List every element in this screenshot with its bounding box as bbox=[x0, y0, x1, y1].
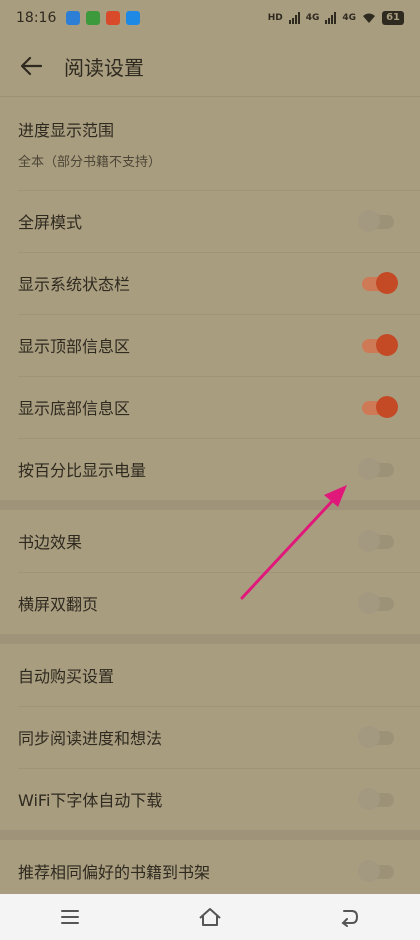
bottom-info-setting[interactable]: 显示底部信息区 bbox=[0, 376, 420, 438]
home-icon bbox=[199, 908, 221, 926]
setting-label: 显示顶部信息区 bbox=[18, 337, 131, 356]
qq-app-icon bbox=[66, 11, 81, 25]
setting-label: 自动购买设置 bbox=[18, 667, 115, 686]
battery-percent-setting[interactable]: 按百分比显示电量 bbox=[0, 438, 420, 500]
top-info-toggle[interactable] bbox=[358, 334, 398, 356]
setting-subtitle: 全本（部分书籍不支持） bbox=[18, 154, 162, 170]
network-label-1: 4G bbox=[305, 13, 320, 23]
network-label-2: 4G bbox=[342, 13, 357, 23]
setting-label: 书边效果 bbox=[18, 533, 83, 552]
back-nav-button[interactable] bbox=[330, 902, 370, 932]
back-button[interactable] bbox=[18, 53, 44, 79]
recommend-books-setting[interactable]: 推荐相同偏好的书籍到书架 bbox=[0, 840, 420, 902]
setting-label: 显示系统状态栏 bbox=[18, 275, 131, 294]
status-bar: 18:16 HD 4G 4G 61 bbox=[0, 0, 420, 36]
battery-indicator: 61 bbox=[382, 11, 404, 25]
sync-progress-toggle[interactable] bbox=[358, 726, 398, 748]
system-nav-bar bbox=[0, 894, 420, 940]
app-header: 阅读设置 bbox=[0, 36, 420, 96]
weibo-icon bbox=[106, 11, 121, 25]
setting-label: WiFi下字体自动下载 bbox=[18, 791, 163, 810]
auto-purchase-setting[interactable]: 自动购买设置 bbox=[0, 644, 420, 706]
fullscreen-setting[interactable]: 全屏模式 bbox=[0, 190, 420, 252]
system-statusbar-setting[interactable]: 显示系统状态栏 bbox=[0, 252, 420, 314]
setting-label: 推荐相同偏好的书籍到书架 bbox=[18, 863, 211, 882]
setting-label: 横屏双翻页 bbox=[18, 595, 99, 614]
return-icon bbox=[341, 910, 359, 927]
settings-list: 进度显示范围 全本（部分书籍不支持） 全屏模式 显示系统状态栏 显示顶部信息区 … bbox=[0, 96, 420, 902]
bottom-info-toggle[interactable] bbox=[358, 396, 398, 418]
setting-label: 按百分比显示电量 bbox=[18, 461, 147, 480]
section-divider bbox=[0, 634, 420, 644]
setting-label: 显示底部信息区 bbox=[18, 399, 131, 418]
app-notification-icon bbox=[86, 11, 101, 25]
home-button[interactable] bbox=[190, 902, 230, 932]
setting-label: 全屏模式 bbox=[18, 213, 83, 232]
wifi-font-download-setting[interactable]: WiFi下字体自动下载 bbox=[0, 768, 420, 830]
alipay-icon bbox=[126, 11, 141, 25]
menu-button[interactable] bbox=[50, 902, 90, 932]
setting-label: 同步阅读进度和想法 bbox=[18, 729, 163, 748]
back-arrow-icon bbox=[20, 56, 42, 76]
wifi-icon bbox=[363, 13, 376, 23]
setting-label: 进度显示范围 bbox=[18, 120, 115, 140]
section-divider bbox=[0, 500, 420, 510]
top-info-setting[interactable]: 显示顶部信息区 bbox=[0, 314, 420, 376]
landscape-double-page-toggle[interactable] bbox=[358, 592, 398, 614]
sync-progress-setting[interactable]: 同步阅读进度和想法 bbox=[0, 706, 420, 768]
landscape-double-page-setting[interactable]: 横屏双翻页 bbox=[0, 572, 420, 634]
system-statusbar-toggle[interactable] bbox=[358, 272, 398, 294]
progress-range-setting[interactable]: 进度显示范围 全本（部分书籍不支持） bbox=[0, 96, 420, 190]
battery-percent-toggle[interactable] bbox=[358, 458, 398, 480]
signal-icon-2 bbox=[325, 12, 337, 24]
signal-icon-1 bbox=[288, 12, 300, 24]
fullscreen-toggle[interactable] bbox=[358, 210, 398, 232]
hd-icon: HD bbox=[267, 13, 283, 23]
recommend-books-toggle[interactable] bbox=[358, 860, 398, 882]
menu-icon bbox=[61, 910, 79, 924]
book-edge-setting[interactable]: 书边效果 bbox=[0, 510, 420, 572]
wifi-font-download-toggle[interactable] bbox=[358, 788, 398, 810]
section-divider bbox=[0, 830, 420, 840]
book-edge-toggle[interactable] bbox=[358, 530, 398, 552]
page-title: 阅读设置 bbox=[64, 55, 144, 80]
status-time: 18:16 bbox=[16, 10, 57, 26]
